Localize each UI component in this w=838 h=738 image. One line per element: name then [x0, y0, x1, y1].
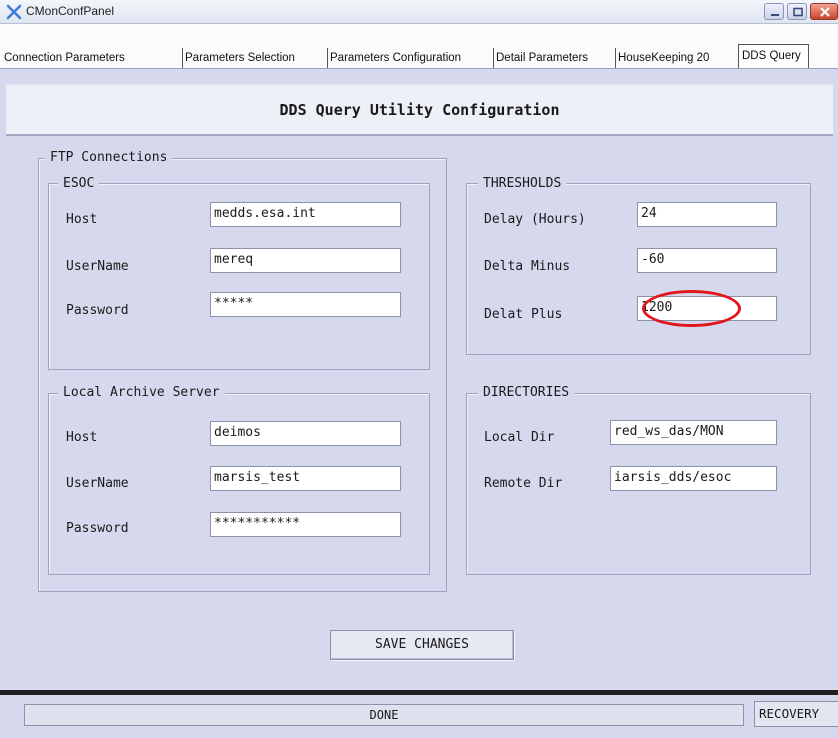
esoc-username-label: UserName — [66, 259, 129, 274]
status-bar: DONE — [24, 704, 744, 726]
tab-connection-parameters[interactable]: Connection Parameters — [4, 48, 125, 68]
local-dir-label: Local Dir — [484, 430, 555, 445]
window-title: CMonConfPanel — [26, 4, 115, 18]
minimize-button[interactable] — [764, 3, 784, 20]
tab-separator — [615, 48, 616, 68]
remote-dir-input[interactable]: iarsis_dds/esoc — [610, 466, 777, 491]
local-username-input[interactable]: marsis_test — [210, 466, 401, 491]
remote-dir-label: Remote Dir — [484, 476, 563, 491]
delta-minus-input[interactable]: -60 — [637, 248, 777, 273]
tab-housekeeping[interactable]: HouseKeeping 20 — [618, 48, 709, 68]
tab-separator — [327, 48, 328, 68]
save-changes-button[interactable]: SAVE CHANGES — [330, 630, 514, 660]
local-dir-input[interactable]: red_ws_das/MON — [610, 420, 777, 445]
delay-input[interactable]: 24 — [637, 202, 777, 227]
local-host-label: Host — [66, 430, 98, 445]
window-title-bar — [0, 0, 838, 24]
highlight-ellipse — [642, 290, 741, 327]
esoc-password-label: Password — [66, 303, 129, 318]
local-password-label: Password — [66, 521, 129, 536]
esoc-host-label: Host — [66, 212, 98, 227]
thresholds-label: THRESHOLDS — [478, 176, 567, 192]
close-icon — [820, 7, 830, 17]
delta-plus-label: Delat Plus — [484, 307, 563, 322]
tab-dds-query[interactable]: DDS Query — [738, 44, 809, 69]
tab-separator — [493, 48, 494, 68]
esoc-username-input[interactable]: mereq — [210, 248, 401, 273]
app-cross-icon — [6, 4, 22, 20]
directories-label: DIRECTORIES — [478, 385, 575, 401]
minimize-icon — [771, 14, 779, 16]
esoc-label: ESOC — [58, 176, 100, 192]
local-password-input[interactable]: *********** — [210, 512, 401, 537]
esoc-password-input[interactable]: ***** — [210, 292, 401, 317]
local-username-label: UserName — [66, 476, 129, 491]
tab-parameters-configuration[interactable]: Parameters Configuration — [330, 48, 461, 68]
delay-label: Delay (Hours) — [484, 212, 586, 227]
panel-header: DDS Query Utility Configuration — [6, 84, 833, 136]
close-button[interactable] — [810, 3, 838, 20]
recovery-button[interactable]: RECOVERY — [754, 701, 838, 727]
tab-separator — [182, 48, 183, 68]
delta-minus-label: Delta Minus — [484, 259, 571, 274]
maximize-icon — [793, 7, 803, 17]
local-archive-label: Local Archive Server — [58, 385, 225, 401]
tab-parameters-selection[interactable]: Parameters Selection — [185, 48, 295, 68]
esoc-host-input[interactable]: medds.esa.int — [210, 202, 401, 227]
bottom-divider — [0, 690, 838, 695]
ftp-connections-label: FTP Connections — [45, 150, 173, 166]
tab-detail-parameters[interactable]: Detail Parameters — [496, 48, 588, 68]
local-host-input[interactable]: deimos — [210, 421, 401, 446]
maximize-button[interactable] — [787, 3, 807, 20]
